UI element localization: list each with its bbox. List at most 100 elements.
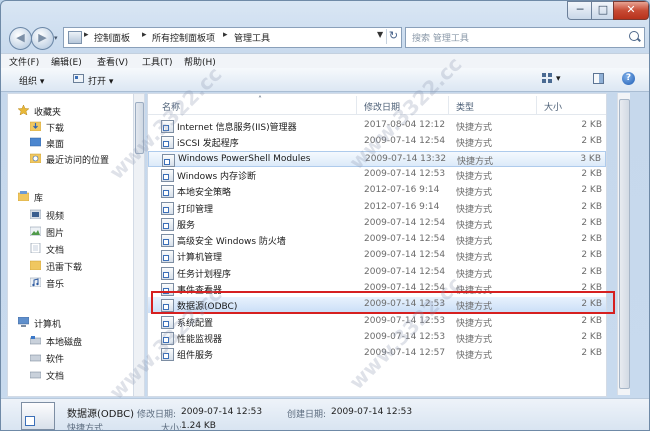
details-file-name: 数据源(ODBC) <box>67 409 135 420</box>
file-modified-date: 2009-07-14 12:54 <box>364 266 446 277</box>
file-list-scroll-thumb[interactable] <box>619 99 630 389</box>
sort-ascending-icon: ˄ <box>258 95 262 104</box>
file-name: 打印管理 <box>177 204 214 215</box>
close-button[interactable]: ✕ <box>613 1 649 20</box>
file-size: 2 KB <box>581 315 602 326</box>
shortcut-icon <box>161 234 174 248</box>
file-name: 计算机管理 <box>177 253 223 264</box>
file-size: 2 KB <box>581 201 602 212</box>
table-row[interactable]: 计算机管理 2009-07-14 12:54 快捷方式 2 KB <box>148 248 606 264</box>
menu-edit[interactable]: 编辑(E) <box>51 55 82 68</box>
search-icon[interactable] <box>629 31 639 41</box>
view-dropdown-icon[interactable]: ▾ <box>556 74 561 84</box>
file-size: 2 KB <box>581 266 602 277</box>
maximize-button[interactable]: □ <box>591 1 615 20</box>
sidebar-item-label: 计算机 <box>34 320 62 330</box>
recent-pages-dropdown[interactable]: ▾ <box>54 34 60 42</box>
file-type: 快捷方式 <box>456 220 493 231</box>
music-library-icon <box>30 277 41 287</box>
forward-arrow-icon: ▶ <box>38 31 47 44</box>
help-icon[interactable]: ? <box>622 72 635 85</box>
breadcrumb-all-items[interactable]: 所有控制面板项 <box>152 31 215 44</box>
details-modified-value: 2009-07-14 12:53 <box>181 407 263 417</box>
breadcrumb-admin-tools[interactable]: 管理工具 <box>234 31 270 44</box>
file-size: 2 KB <box>581 185 602 196</box>
file-modified-date: 2009-07-14 12:54 <box>364 250 446 261</box>
column-divider[interactable] <box>448 96 449 114</box>
table-row[interactable]: 系统配置 2009-07-14 12:53 快捷方式 2 KB <box>148 314 606 330</box>
command-bar: 组织 ▾ 打开 ▾ ▾ ? <box>1 68 649 92</box>
file-name: 本地安全策略 <box>177 188 232 199</box>
refresh-icon[interactable]: ↻ <box>386 29 400 44</box>
desktop-icon <box>30 137 41 147</box>
sidebar-item-label: 收藏夹 <box>34 108 62 118</box>
sidebar-item-label: 软件 <box>46 355 65 365</box>
shortcut-icon <box>162 153 175 167</box>
column-header-type[interactable]: 类型 <box>456 100 474 113</box>
sidebar-item-label: 库 <box>34 194 44 204</box>
column-divider[interactable] <box>536 96 537 114</box>
table-row[interactable]: 服务 2009-07-14 12:54 快捷方式 2 KB <box>148 216 606 232</box>
breadcrumb-separator[interactable]: ▸ <box>84 30 89 40</box>
sidebar-item-label: 文档 <box>46 246 65 256</box>
table-row[interactable]: 本地安全策略 2012-07-16 9:14 快捷方式 2 KB <box>148 183 606 199</box>
column-divider[interactable] <box>356 96 357 114</box>
search-input[interactable]: 搜索 管理工具 <box>405 27 645 48</box>
file-modified-date: 2009-07-14 12:53 <box>364 168 446 179</box>
details-size-label: 大小: <box>161 424 183 431</box>
star-icon <box>18 105 29 115</box>
file-modified-date: 2009-07-14 12:54 <box>364 234 446 245</box>
breadcrumb-separator[interactable]: ▸ <box>223 30 228 40</box>
minimize-icon: ─ <box>576 3 584 16</box>
file-type: 快捷方式 <box>456 123 493 133</box>
file-list-scrollbar[interactable] <box>617 93 630 395</box>
sidebar-item-label: 下载 <box>46 124 65 134</box>
address-bar[interactable]: ▸ 控制面板 ▸ 所有控制面板项 ▸ 管理工具 ▼ ↻ <box>63 27 402 48</box>
back-button[interactable]: ◀ <box>9 27 32 50</box>
file-size: 2 KB <box>581 348 602 359</box>
open-button[interactable]: 打开 ▾ <box>88 74 113 87</box>
shortcut-icon <box>161 250 174 264</box>
picture-library-icon <box>30 226 41 236</box>
file-name: Windows PowerShell Modules <box>178 153 311 164</box>
drive-icon <box>30 354 41 362</box>
file-size: 2 KB <box>581 331 602 342</box>
table-row[interactable]: 高级安全 Windows 防火墙 2009-07-14 12:54 快捷方式 2 KB <box>148 232 606 248</box>
shortcut-icon <box>161 168 174 182</box>
explorer-window: ─ □ ✕ ◀ ▶ ▾ ▸ 控制面板 ▸ 所有控制面板项 ▸ 管理工具 ▼ ↻ … <box>0 0 650 431</box>
hard-disk-icon <box>30 336 41 345</box>
computer-icon <box>18 317 29 327</box>
minimize-button[interactable]: ─ <box>567 1 593 20</box>
file-type: 快捷方式 <box>456 204 493 215</box>
file-size: 3 KB <box>580 153 601 164</box>
back-arrow-icon: ◀ <box>16 31 25 44</box>
breadcrumb-control-panel[interactable]: 控制面板 <box>94 31 130 44</box>
organize-button[interactable]: 组织 ▾ <box>19 74 44 87</box>
file-type: 快捷方式 <box>456 253 493 264</box>
address-dropdown-icon[interactable]: ▼ <box>377 30 383 39</box>
control-panel-icon <box>68 31 82 44</box>
file-type: 快捷方式 <box>457 156 494 167</box>
file-type: 快捷方式 <box>456 351 493 362</box>
view-options-icon[interactable] <box>542 73 553 84</box>
column-header-size[interactable]: 大小 <box>544 100 562 113</box>
preview-pane-icon[interactable] <box>593 73 604 84</box>
file-name: Windows 内存诊断 <box>177 171 257 182</box>
table-row[interactable]: 任务计划程序 2009-07-14 12:54 快捷方式 2 KB <box>148 265 606 281</box>
menu-tools[interactable]: 工具(T) <box>142 55 173 68</box>
file-size: 2 KB <box>581 217 602 228</box>
breadcrumb-separator[interactable]: ▸ <box>142 30 147 40</box>
forward-button[interactable]: ▶ <box>31 27 54 50</box>
download-folder-icon <box>30 121 41 131</box>
table-row[interactable]: Windows 内存诊断 2009-07-14 12:53 快捷方式 2 KB <box>148 167 606 183</box>
details-created-value: 2009-07-14 12:53 <box>331 407 413 417</box>
details-size-value: 1.24 KB <box>181 421 216 431</box>
menu-view[interactable]: 查看(V) <box>97 55 128 68</box>
table-row[interactable]: 打印管理 2012-07-16 9:14 快捷方式 2 KB <box>148 200 606 216</box>
file-modified-date: 2009-07-14 12:54 <box>364 217 446 228</box>
menu-file[interactable]: 文件(F) <box>9 55 39 68</box>
file-name: 任务计划程序 <box>177 269 232 280</box>
close-icon: ✕ <box>626 3 636 16</box>
file-name: iSCSI 发起程序 <box>177 139 239 150</box>
file-size: 2 KB <box>581 120 602 130</box>
